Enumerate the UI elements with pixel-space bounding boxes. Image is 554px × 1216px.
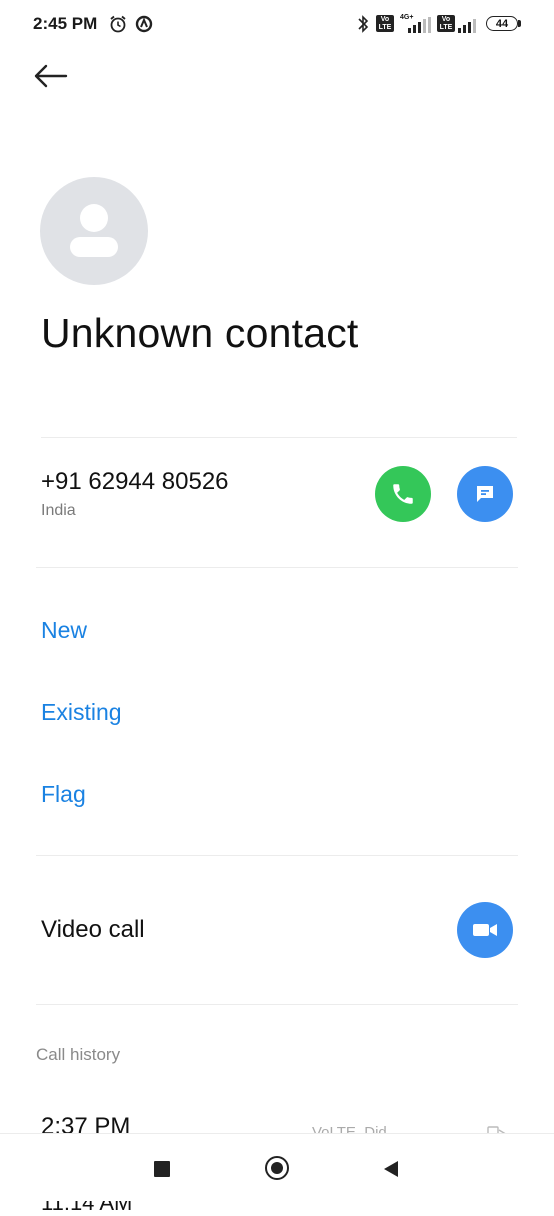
back-triangle-icon[interactable] [382, 1159, 400, 1179]
new-contact-link[interactable]: New [41, 617, 87, 644]
recents-square-icon[interactable] [154, 1161, 170, 1177]
volte-icon: Vo LTE [376, 15, 394, 32]
flag-link[interactable]: Flag [41, 781, 86, 808]
call-history-label: Call history [36, 1045, 121, 1064]
message-icon [477, 486, 493, 502]
avatar [40, 177, 148, 285]
divider [36, 567, 518, 568]
divider [36, 855, 518, 856]
video-camera-icon [473, 924, 497, 936]
video-call-label: Video call [41, 916, 145, 943]
alarm-icon [110, 15, 126, 33]
home-circle-icon[interactable] [265, 1156, 289, 1180]
signal-icon [408, 17, 431, 33]
divider [36, 1004, 518, 1005]
phone-country: India [41, 502, 76, 519]
message-button[interactable] [457, 466, 513, 522]
video-call-button[interactable] [457, 902, 513, 958]
avatar-body-shape [70, 237, 118, 257]
home-circle-inner [271, 1162, 283, 1174]
battery-tip [518, 20, 521, 27]
volte-icon-2: Vo LTE [437, 15, 455, 32]
navigation-bar [0, 1133, 554, 1201]
battery-indicator: 44 [486, 16, 518, 31]
phone-icon [393, 484, 413, 504]
signal-icon-2 [458, 19, 476, 33]
contact-name: Unknown contact [41, 310, 359, 356]
existing-contact-link[interactable]: Existing [41, 699, 122, 726]
back-arrow-icon[interactable] [32, 58, 72, 94]
call-button[interactable] [375, 466, 431, 522]
sync-icon [135, 15, 153, 33]
phone-number[interactable]: +91 62944 80526 [41, 468, 229, 496]
status-time: 2:45 PM [33, 14, 98, 33]
avatar-head-shape [80, 204, 108, 232]
bluetooth-icon [358, 15, 369, 33]
divider [41, 437, 517, 438]
